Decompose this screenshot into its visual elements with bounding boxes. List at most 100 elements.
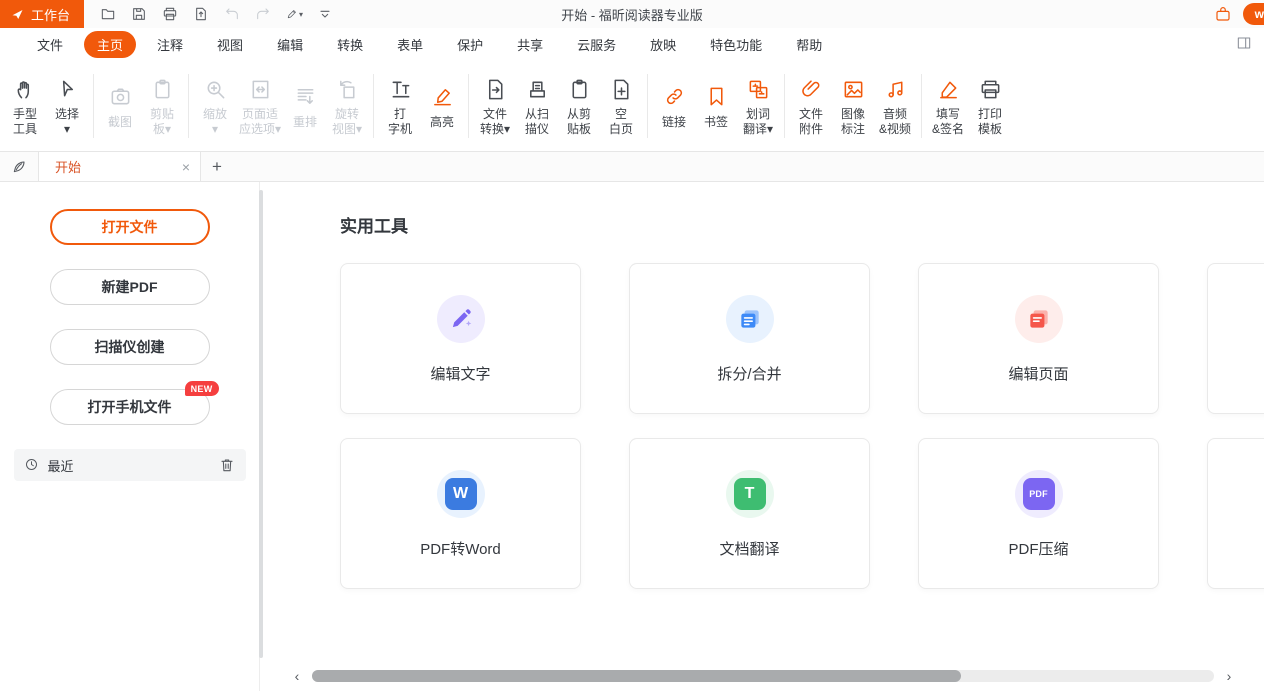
open-file-button[interactable]: 打开文件 xyxy=(50,209,210,245)
ribbon-hand-tool[interactable]: 手型 工具 xyxy=(4,70,46,141)
ribbon-from-clipboard[interactable]: 从剪 贴板 xyxy=(558,70,600,141)
ribbon-snapshot: 截图 xyxy=(99,78,141,134)
pen-tool-icon[interactable]: ▾ xyxy=(286,6,303,23)
camera-icon xyxy=(109,82,132,112)
menu-view[interactable]: 视图 xyxy=(204,31,256,58)
translate-icon xyxy=(747,74,770,104)
sidebar: 打开文件 新建PDF 扫描仪创建 打开手机文件 NEW 最近 xyxy=(0,182,260,691)
print-icon[interactable] xyxy=(162,6,179,23)
cursor-icon xyxy=(56,74,79,104)
card-doc-translate[interactable]: T 文档翻译 xyxy=(629,438,870,589)
stylus-icon[interactable] xyxy=(0,152,38,181)
clipboard-doc-icon xyxy=(568,74,591,104)
open-mobile-file-button[interactable]: 打开手机文件 NEW xyxy=(50,389,210,425)
menu-convert[interactable]: 转换 xyxy=(324,31,376,58)
save-icon[interactable] xyxy=(131,6,148,23)
workspace-label: 工作台 xyxy=(31,5,70,24)
menu-help[interactable]: 帮助 xyxy=(783,31,835,58)
ribbon-clipboard: 剪贴 板▾ xyxy=(141,70,183,141)
scrollbar-track[interactable] xyxy=(312,670,1214,682)
titlebar: 工作台 ▾ 开始 - 福昕阅读器专业版 w xyxy=(0,0,1264,28)
image-icon xyxy=(842,74,865,104)
card-partial[interactable] xyxy=(1207,438,1264,589)
ribbon-link[interactable]: 链接 xyxy=(653,78,695,134)
customize-toolbar-icon[interactable] xyxy=(317,6,334,23)
window-title: 开始 - 福昕阅读器专业版 xyxy=(561,5,703,24)
scroll-right-icon[interactable]: › xyxy=(1222,669,1236,683)
ribbon-blank-page[interactable]: 空 白页 xyxy=(600,70,642,141)
ribbon-typewriter[interactable]: 打 字机 xyxy=(379,70,421,141)
edit-pages-icon xyxy=(1015,295,1063,343)
trash-icon[interactable] xyxy=(219,457,236,474)
typewriter-icon xyxy=(389,74,412,104)
scanner-create-button[interactable]: 扫描仪创建 xyxy=(50,329,210,365)
document-tabbar: 开始 × + xyxy=(0,152,1264,182)
menu-form[interactable]: 表单 xyxy=(384,31,436,58)
scroll-left-icon[interactable]: ‹ xyxy=(290,669,304,683)
word-icon: W xyxy=(437,470,485,518)
menu-cloud[interactable]: 云服务 xyxy=(564,31,629,58)
panel-icon[interactable] xyxy=(1236,35,1254,53)
menu-features[interactable]: 特色功能 xyxy=(697,31,775,58)
menu-file[interactable]: 文件 xyxy=(24,31,76,58)
new-tab-button[interactable]: + xyxy=(201,152,233,181)
menu-present[interactable]: 放映 xyxy=(637,31,689,58)
fit-page-icon xyxy=(249,74,272,104)
tools-row-2: W PDF转Word T 文档翻译 PDF PDF压缩 xyxy=(340,438,1264,589)
workspace-button[interactable]: 工作台 xyxy=(0,0,84,28)
ribbon-separator xyxy=(784,74,785,138)
ribbon-bookmark[interactable]: 书签 xyxy=(695,78,737,134)
card-pdf-compress[interactable]: PDF PDF压缩 xyxy=(918,438,1159,589)
pdf-compress-icon: PDF xyxy=(1015,470,1063,518)
recent-label: 最近 xyxy=(48,456,74,475)
ribbon-select[interactable]: 选择 ▾ xyxy=(46,70,88,141)
tab-label: 开始 xyxy=(55,157,174,176)
new-pdf-button[interactable]: 新建PDF xyxy=(50,269,210,305)
ribbon-print-template[interactable]: 打印 模板 xyxy=(969,70,1011,141)
menu-home[interactable]: 主页 xyxy=(84,31,136,58)
card-edit-pages[interactable]: 编辑页面 xyxy=(918,263,1159,414)
paperclip-icon xyxy=(800,74,823,104)
blank-page-icon xyxy=(610,74,633,104)
new-badge: NEW xyxy=(185,381,219,396)
ribbon-file-convert[interactable]: 文件 转换▾ xyxy=(474,70,516,141)
close-tab-icon[interactable]: × xyxy=(182,160,190,174)
open-folder-icon[interactable] xyxy=(100,6,117,23)
media-icon xyxy=(884,74,907,104)
horizontal-scrollbar: ‹ › xyxy=(290,669,1236,683)
content-area: 打开文件 新建PDF 扫描仪创建 打开手机文件 NEW 最近 实用工具 xyxy=(0,182,1264,691)
rotate-icon xyxy=(336,74,359,104)
ribbon-from-scanner[interactable]: 从扫 描仪 xyxy=(516,70,558,141)
ribbon-fill-sign[interactable]: 填写 &签名 xyxy=(927,70,969,141)
hand-icon xyxy=(14,74,37,104)
user-badge[interactable]: w xyxy=(1243,3,1264,25)
card-edit-text[interactable]: 编辑文字 xyxy=(340,263,581,414)
titlebar-right: w xyxy=(1214,3,1264,25)
ribbon-highlight[interactable]: 高亮 xyxy=(421,78,463,134)
quick-access-toolbar: ▾ xyxy=(100,6,334,23)
menu-comment[interactable]: 注释 xyxy=(144,31,196,58)
card-split-merge[interactable]: 拆分/合并 xyxy=(629,263,870,414)
tab-start[interactable]: 开始 × xyxy=(38,152,201,181)
menu-share[interactable]: 共享 xyxy=(504,31,556,58)
dropdown-arrow-icon: ▾ xyxy=(299,10,303,19)
ribbon-audio-video[interactable]: 音频 &视频 xyxy=(874,70,916,141)
doc-translate-icon: T xyxy=(726,470,774,518)
recent-row[interactable]: 最近 xyxy=(14,449,246,481)
briefcase-icon[interactable] xyxy=(1214,5,1233,24)
ribbon-toolbar: 手型 工具 选择 ▾ 截图 剪贴 板▾ 缩放 ▾ 页面适 应选项▾ 重排 旋转 … xyxy=(0,60,1264,152)
ribbon-file-attachment[interactable]: 文件 附件 xyxy=(790,70,832,141)
ribbon-fit-options: 页面适 应选项▾ xyxy=(236,70,284,141)
split-merge-icon xyxy=(726,295,774,343)
card-partial[interactable] xyxy=(1207,263,1264,414)
card-pdf-to-word[interactable]: W PDF转Word xyxy=(340,438,581,589)
export-icon[interactable] xyxy=(193,6,210,23)
menu-protect[interactable]: 保护 xyxy=(444,31,496,58)
clipboard-icon xyxy=(151,74,174,104)
bookmark-icon xyxy=(705,82,728,112)
ribbon-image-annotation[interactable]: 图像 标注 xyxy=(832,70,874,141)
scrollbar-thumb[interactable] xyxy=(312,670,961,682)
ribbon-word-translate[interactable]: 划词 翻译▾ xyxy=(737,70,779,141)
menu-edit[interactable]: 编辑 xyxy=(264,31,316,58)
undo-icon xyxy=(224,6,241,23)
